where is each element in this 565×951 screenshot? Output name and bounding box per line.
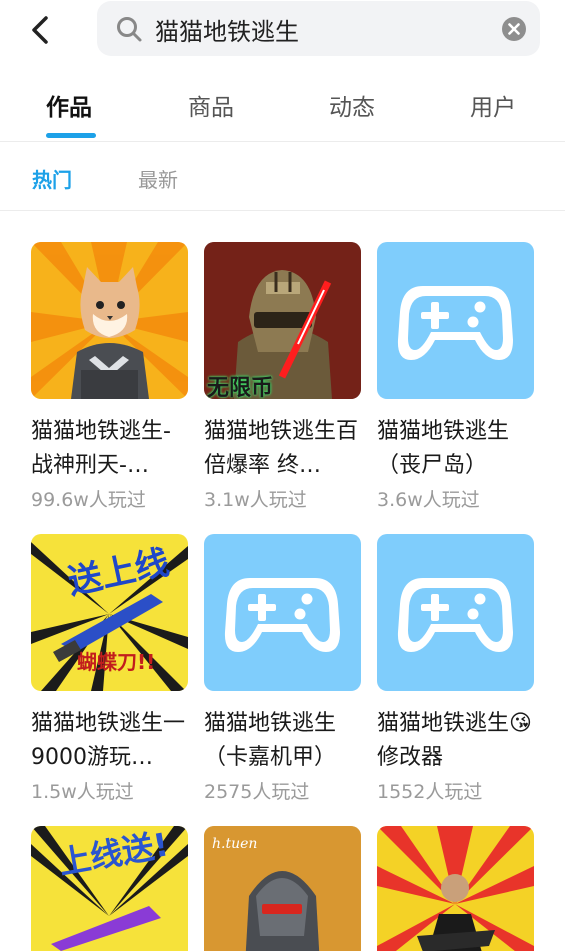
play-count: 1552人玩过: [377, 781, 483, 803]
play-count: 2575人玩过: [204, 781, 310, 803]
result-card[interactable]: 送上线 蝴蝶刀!! 猫猫地铁逃生一9000游玩… 1.5w人玩过: [31, 534, 191, 804]
result-card[interactable]: 上线送!: [31, 826, 191, 951]
result-card[interactable]: 猫猫地铁逃生（卡嘉机甲） 2575人玩过: [204, 534, 364, 804]
thumbnail-caption: 无限币: [207, 376, 274, 399]
card-title: 猫猫地铁逃生（丧尸岛）: [377, 419, 510, 478]
search-input[interactable]: [155, 9, 485, 49]
card-title: 猫猫地铁逃生百倍爆率 终…: [204, 419, 359, 478]
svg-text:h.tuen: h.tuen: [212, 836, 257, 852]
play-count: 99.6w人玩过: [31, 489, 146, 511]
active-tab-indicator: [46, 133, 96, 138]
play-count: 3.1w人玩过: [204, 489, 307, 511]
result-card[interactable]: [377, 826, 537, 951]
card-title: 猫猫地铁逃生（卡嘉机甲）: [204, 711, 337, 770]
play-count: 1.5w人玩过: [31, 781, 134, 803]
result-card[interactable]: 猫猫地铁逃生-战神刑天-… 99.6w人玩过: [31, 242, 191, 512]
category-tabs: 作品 商品 动态 用户: [0, 76, 565, 142]
svg-text:蝴蝶刀!!: 蝴蝶刀!!: [77, 650, 155, 674]
result-card[interactable]: h.tuen: [204, 826, 364, 951]
tab-users[interactable]: 用户: [470, 88, 516, 122]
subtab-latest[interactable]: 最新: [138, 164, 178, 193]
card-title: 猫猫地铁逃生-战神刑天-…: [31, 419, 171, 478]
gamepad-thumbnail: [204, 534, 361, 691]
knife-thumbnail: 上线送!: [31, 826, 188, 951]
gamepad-thumbnail: [377, 242, 534, 399]
result-card[interactable]: 无限币 猫猫地铁逃生百倍爆率 终… 3.1w人玩过: [204, 242, 364, 512]
armored-soldier-thumbnail: 无限币: [204, 242, 361, 399]
knife-thumbnail: 送上线 蝴蝶刀!!: [31, 534, 188, 691]
explosion-thumbnail: [377, 826, 534, 951]
play-count: 3.6w人玩过: [377, 489, 480, 511]
result-card[interactable]: 猫猫地铁逃生😘修改器 1552人玩过: [377, 534, 537, 804]
card-title: 猫猫地铁逃生😘修改器: [377, 711, 532, 770]
chevron-left-icon: [32, 16, 48, 44]
gamepad-thumbnail: [377, 534, 534, 691]
search-icon: [117, 17, 142, 42]
cat-soldier-thumbnail: [31, 242, 188, 399]
top-bar: [0, 0, 565, 58]
tab-posts[interactable]: 动态: [329, 88, 375, 122]
search-bar[interactable]: [97, 1, 540, 56]
robot-soldier-thumbnail: h.tuen: [204, 826, 361, 951]
sort-tabs: 热门 最新: [0, 142, 565, 211]
tab-products[interactable]: 商品: [188, 88, 234, 122]
result-card[interactable]: 猫猫地铁逃生（丧尸岛） 3.6w人玩过: [377, 242, 537, 512]
card-title: 猫猫地铁逃生一9000游玩…: [31, 711, 186, 770]
back-button[interactable]: [22, 10, 62, 50]
gamepad-icon: [397, 286, 513, 360]
gamepad-icon: [397, 578, 513, 652]
gamepad-icon: [224, 578, 340, 652]
clear-icon[interactable]: [501, 16, 527, 42]
subtab-hot[interactable]: 热门: [32, 164, 72, 193]
tab-works[interactable]: 作品: [46, 88, 92, 122]
